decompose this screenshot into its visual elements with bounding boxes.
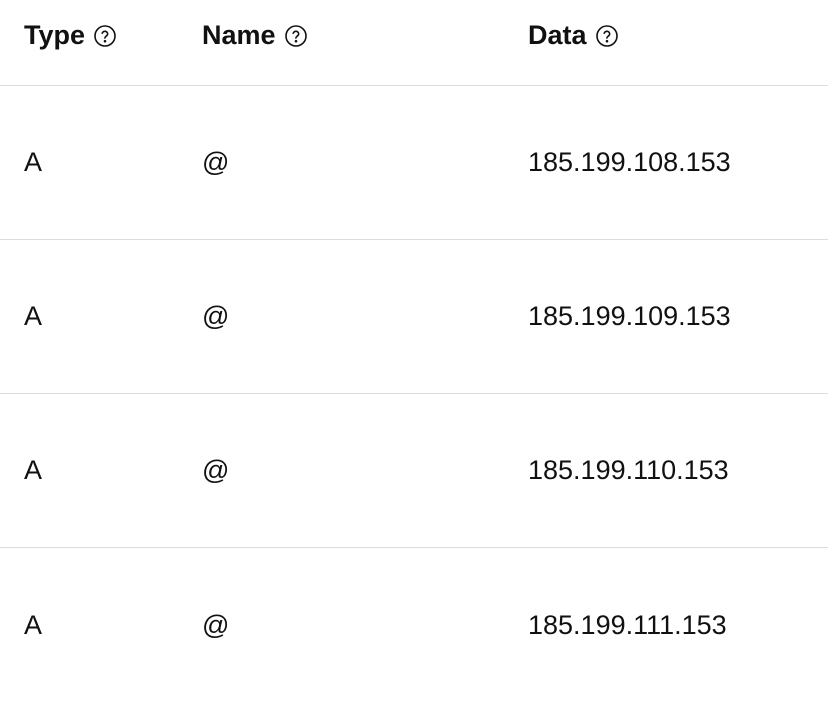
cell-name-value: @ (202, 610, 229, 641)
cell-data-value: 185.199.110.153 (528, 455, 729, 486)
cell-name: @ (202, 455, 528, 486)
column-header-data-label: Data (528, 20, 587, 51)
column-header-type: Type (24, 20, 202, 51)
cell-type-value: A (24, 301, 42, 332)
column-header-data: Data (528, 20, 804, 51)
cell-type: A (24, 301, 202, 332)
cell-data-value: 185.199.108.153 (528, 147, 731, 178)
help-icon[interactable] (595, 24, 619, 48)
cell-name: @ (202, 301, 528, 332)
table-header-row: Type Name Data (0, 0, 828, 86)
table-row: A @ 185.199.110.153 (0, 394, 828, 548)
column-header-name: Name (202, 20, 528, 51)
cell-name-value: @ (202, 455, 229, 486)
column-header-name-label: Name (202, 20, 276, 51)
cell-name: @ (202, 147, 528, 178)
cell-data: 185.199.111.153 (528, 610, 804, 641)
table-row: A @ 185.199.108.153 (0, 86, 828, 240)
cell-type-value: A (24, 147, 42, 178)
cell-name-value: @ (202, 147, 229, 178)
table-row: A @ 185.199.109.153 (0, 240, 828, 394)
table-row: A @ 185.199.111.153 (0, 548, 828, 702)
cell-data: 185.199.109.153 (528, 301, 804, 332)
cell-data: 185.199.110.153 (528, 455, 804, 486)
help-icon[interactable] (93, 24, 117, 48)
cell-type-value: A (24, 610, 42, 641)
cell-name: @ (202, 610, 528, 641)
cell-type: A (24, 455, 202, 486)
cell-data: 185.199.108.153 (528, 147, 804, 178)
help-icon[interactable] (284, 24, 308, 48)
cell-name-value: @ (202, 301, 229, 332)
cell-type: A (24, 147, 202, 178)
cell-data-value: 185.199.109.153 (528, 301, 731, 332)
cell-type: A (24, 610, 202, 641)
dns-records-table: Type Name Data (0, 0, 828, 702)
column-header-type-label: Type (24, 20, 85, 51)
cell-type-value: A (24, 455, 42, 486)
cell-data-value: 185.199.111.153 (528, 610, 727, 641)
